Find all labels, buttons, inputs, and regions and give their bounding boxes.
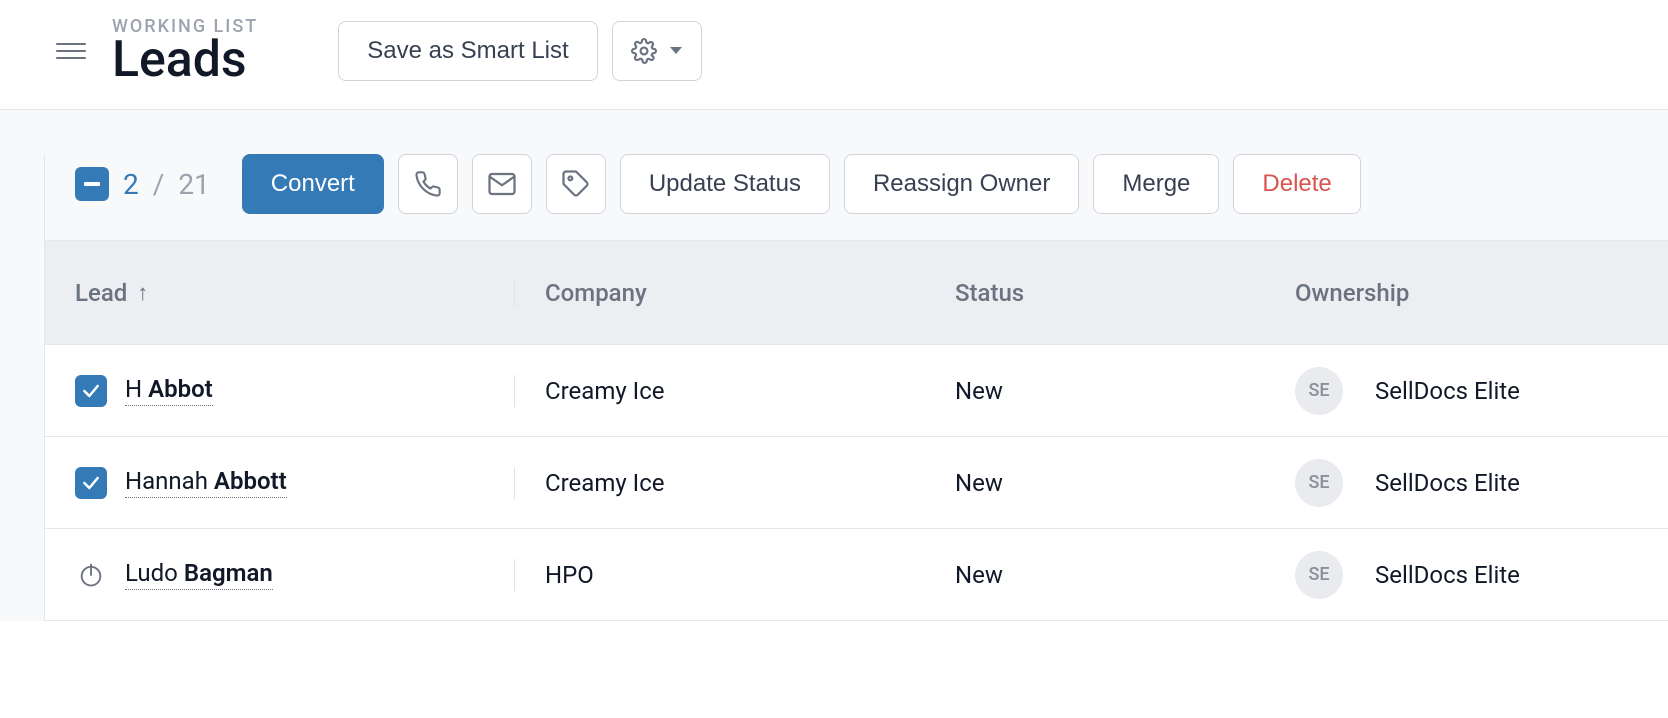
column-status[interactable]: Status bbox=[925, 279, 1265, 307]
chevron-down-icon bbox=[669, 46, 683, 56]
cell-ownership: SE SellDocs Elite bbox=[1265, 551, 1668, 599]
table-row: H Abbot Creamy Ice New SE SellDocs Elite bbox=[45, 345, 1668, 437]
table-row: Hannah Abbott Creamy Ice New SE SellDocs… bbox=[45, 437, 1668, 529]
owner-name: SellDocs Elite bbox=[1375, 377, 1520, 405]
page-header: WORKING LIST Leads Save as Smart List bbox=[0, 0, 1668, 110]
lead-first-name: Ludo bbox=[125, 559, 178, 587]
selection-divider: / bbox=[153, 168, 165, 201]
cell-lead: Ludo Bagman bbox=[45, 559, 515, 591]
update-status-button[interactable]: Update Status bbox=[620, 154, 830, 214]
lead-link[interactable]: Ludo Bagman bbox=[125, 559, 273, 590]
bulk-toolbar: 2 / 21 Convert bbox=[44, 154, 1668, 240]
phone-icon bbox=[414, 170, 442, 198]
selection-count: 2 bbox=[123, 168, 139, 201]
row-checkbox[interactable] bbox=[75, 467, 107, 499]
sort-asc-icon: ↑ bbox=[137, 280, 148, 306]
lead-first-name: Hannah bbox=[125, 467, 208, 495]
column-company[interactable]: Company bbox=[515, 279, 925, 307]
convert-button[interactable]: Convert bbox=[242, 154, 384, 214]
call-button[interactable] bbox=[398, 154, 458, 214]
cell-lead: Hannah Abbott bbox=[45, 467, 515, 499]
column-lead[interactable]: Lead ↑ bbox=[45, 279, 515, 307]
workspace: 2 / 21 Convert bbox=[0, 110, 1668, 621]
hamburger-icon[interactable] bbox=[56, 36, 86, 66]
cell-company: HPO bbox=[515, 561, 925, 589]
cell-status: New bbox=[925, 561, 1265, 589]
mail-icon bbox=[487, 169, 517, 199]
header-actions: Save as Smart List bbox=[338, 21, 701, 81]
cell-ownership: SE SellDocs Elite bbox=[1265, 367, 1668, 415]
selection-total: 21 bbox=[178, 168, 209, 201]
row-checkbox[interactable] bbox=[75, 375, 107, 407]
lead-first-name: H bbox=[125, 375, 142, 403]
cell-status: New bbox=[925, 469, 1265, 497]
cell-ownership: SE SellDocs Elite bbox=[1265, 459, 1668, 507]
lead-last-name: Abbot bbox=[148, 375, 213, 403]
tag-icon bbox=[561, 169, 591, 199]
tag-button[interactable] bbox=[546, 154, 606, 214]
email-button[interactable] bbox=[472, 154, 532, 214]
gear-icon bbox=[631, 38, 657, 64]
reassign-owner-button[interactable]: Reassign Owner bbox=[844, 154, 1079, 214]
column-label: Lead bbox=[75, 279, 127, 307]
lead-link[interactable]: Hannah Abbott bbox=[125, 467, 287, 498]
indeterminate-checkbox[interactable] bbox=[75, 167, 109, 201]
cell-company: Creamy Ice bbox=[515, 377, 925, 405]
table-row: Ludo Bagman HPO New SE SellDocs Elite bbox=[45, 529, 1668, 621]
merge-button[interactable]: Merge bbox=[1093, 154, 1219, 214]
column-ownership[interactable]: Ownership bbox=[1265, 279, 1668, 307]
title-block: WORKING LIST Leads bbox=[112, 16, 258, 85]
avatar: SE bbox=[1295, 459, 1343, 507]
list-settings-button[interactable] bbox=[612, 21, 702, 81]
selection-indicator: 2 / 21 bbox=[75, 167, 210, 201]
avatar: SE bbox=[1295, 551, 1343, 599]
lead-last-name: Abbott bbox=[214, 467, 287, 495]
page-title: Leads bbox=[112, 35, 258, 85]
owner-name: SellDocs Elite bbox=[1375, 561, 1520, 589]
check-icon bbox=[81, 381, 101, 401]
delete-button[interactable]: Delete bbox=[1233, 154, 1360, 214]
check-icon bbox=[81, 473, 101, 493]
table-header: Lead ↑ Company Status Ownership bbox=[45, 241, 1668, 345]
owner-name: SellDocs Elite bbox=[1375, 469, 1520, 497]
cell-lead: H Abbot bbox=[45, 375, 515, 407]
cell-status: New bbox=[925, 377, 1265, 405]
save-smart-list-button[interactable]: Save as Smart List bbox=[338, 21, 597, 81]
cell-company: Creamy Ice bbox=[515, 469, 925, 497]
power-icon bbox=[77, 561, 105, 589]
lead-last-name: Bagman bbox=[184, 559, 273, 587]
lead-link[interactable]: H Abbot bbox=[125, 375, 213, 406]
avatar: SE bbox=[1295, 367, 1343, 415]
row-checkbox[interactable] bbox=[75, 559, 107, 591]
leads-table: Lead ↑ Company Status Ownership H Abbot … bbox=[44, 240, 1668, 621]
